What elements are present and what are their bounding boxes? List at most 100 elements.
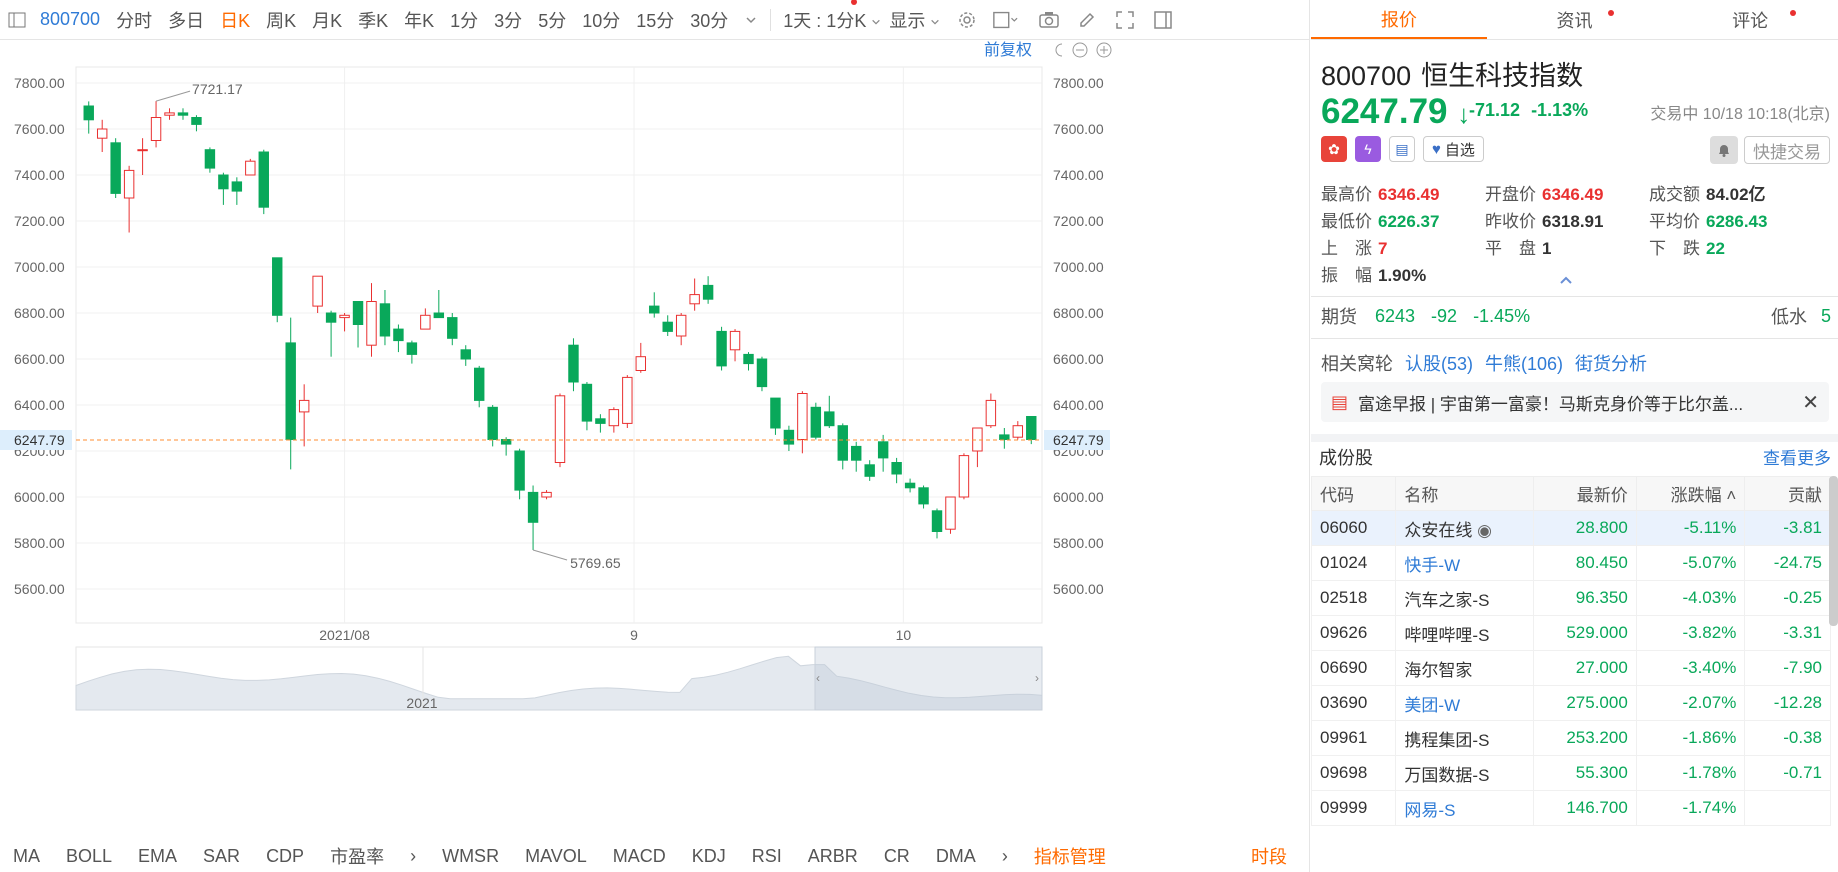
- indicator-12[interactable]: CR: [871, 846, 923, 867]
- close-icon[interactable]: ✕: [1802, 390, 1819, 415]
- candle-body[interactable]: [272, 257, 283, 316]
- candle-body[interactable]: [231, 181, 243, 192]
- tab-period[interactable]: 10分: [574, 7, 628, 33]
- tab-period[interactable]: 15分: [628, 7, 682, 33]
- candle-body[interactable]: [473, 367, 485, 401]
- column-header[interactable]: 名称: [1395, 476, 1534, 511]
- tab-period[interactable]: 1分: [442, 7, 486, 33]
- candle-body[interactable]: [581, 383, 593, 422]
- news-text[interactable]: 富途早报 | 宇宙第一富豪！马斯克身价等于比尔盖...: [1358, 390, 1743, 415]
- table-row[interactable]: 09698 万国数据-S 55.300 -1.78% -0.71: [1310, 755, 1831, 791]
- color-square-icon[interactable]: [992, 7, 1018, 33]
- quick-trade-button[interactable]: 快捷交易: [1744, 136, 1830, 164]
- news-banner[interactable]: ▤ 富途早报 | 宇宙第一富豪！马斯克身价等于比尔盖... ✕: [1321, 382, 1829, 422]
- scrollbar[interactable]: [1829, 476, 1838, 626]
- candle-body[interactable]: [96, 128, 108, 139]
- candle-body[interactable]: [339, 314, 350, 319]
- candle-body[interactable]: [958, 455, 970, 498]
- candle-body[interactable]: [918, 487, 929, 505]
- table-row[interactable]: 06060 众安在线 ◉ 28.800 -5.11% -3.81: [1310, 510, 1831, 546]
- lightning-icon[interactable]: ϟ: [1355, 136, 1381, 162]
- candle-body[interactable]: [689, 294, 700, 305]
- candle-body[interactable]: [245, 160, 256, 176]
- candle-body[interactable]: [837, 425, 848, 461]
- candle-body[interactable]: [972, 427, 983, 452]
- warrant-link[interactable]: 认股(53): [1405, 350, 1473, 376]
- indicator-11[interactable]: ARBR: [795, 846, 871, 867]
- column-header[interactable]: 涨跌幅 ˄: [1635, 476, 1746, 511]
- tab-period[interactable]: 分时: [108, 7, 160, 33]
- candle-body[interactable]: [568, 344, 579, 383]
- table-row[interactable]: 06690 海尔智家 27.000 -3.40% -7.90: [1310, 650, 1831, 686]
- settings-icon[interactable]: [954, 7, 980, 33]
- tab-period[interactable]: 季K: [350, 7, 396, 33]
- table-row[interactable]: 09999 网易-S 146.700 -1.74%: [1310, 790, 1831, 826]
- candle-body[interactable]: [999, 434, 1010, 440]
- candle-body[interactable]: [904, 482, 916, 489]
- chevron-right-icon[interactable]: ›: [989, 846, 1021, 867]
- candle-body[interactable]: [110, 142, 121, 194]
- candle-body[interactable]: [662, 321, 673, 332]
- candle-body[interactable]: [622, 376, 633, 424]
- indicator-13[interactable]: DMA: [923, 846, 989, 867]
- candle-body[interactable]: [756, 358, 768, 388]
- candle-body[interactable]: [1026, 416, 1037, 440]
- candle-body[interactable]: [797, 393, 808, 440]
- candle-body[interactable]: [218, 174, 229, 190]
- tab-period[interactable]: 年K: [396, 7, 442, 33]
- candle-body[interactable]: [595, 418, 606, 424]
- fullscreen-icon[interactable]: [1112, 7, 1138, 33]
- column-header[interactable]: 代码: [1310, 476, 1397, 511]
- candle-body[interactable]: [635, 356, 647, 372]
- warrant-link[interactable]: 街货分析: [1575, 350, 1647, 376]
- candle-body[interactable]: [541, 491, 552, 498]
- tab-1[interactable]: 资讯: [1487, 0, 1663, 39]
- tab-period[interactable]: 日K: [212, 7, 258, 33]
- candle-body[interactable]: [366, 301, 377, 346]
- candle-body[interactable]: [649, 305, 660, 314]
- table-row[interactable]: 01024 快手-W 80.450 -5.07% -24.75: [1310, 545, 1831, 581]
- candle-body[interactable]: [729, 330, 741, 351]
- chevron-down-icon[interactable]: [738, 7, 764, 33]
- candle-body[interactable]: [447, 317, 458, 339]
- table-row[interactable]: 09626 哔哩哔哩-S 529.000 -3.82% -3.31: [1310, 615, 1831, 651]
- column-header[interactable]: 最新价: [1532, 476, 1637, 511]
- candle-body[interactable]: [554, 395, 566, 463]
- candle-body[interactable]: [783, 429, 795, 445]
- table-row[interactable]: 03690 美团-W 275.000 -2.07% -12.28: [1310, 685, 1831, 721]
- candle-body[interactable]: [150, 117, 162, 141]
- candle-body[interactable]: [204, 149, 216, 169]
- candle-body[interactable]: [352, 301, 364, 325]
- tab-period[interactable]: 多日: [160, 7, 212, 33]
- tab-2[interactable]: 评论: [1662, 0, 1838, 39]
- candle-body[interactable]: [824, 411, 835, 427]
- candle-body[interactable]: [379, 303, 391, 337]
- panel-toggle-icon[interactable]: [1150, 7, 1176, 33]
- time-period-link[interactable]: 时段: [1238, 843, 1300, 869]
- tab-0[interactable]: 报价: [1311, 0, 1487, 39]
- candle-body[interactable]: [191, 117, 202, 125]
- candle-body[interactable]: [891, 462, 902, 475]
- candle-body[interactable]: [298, 399, 310, 413]
- candle-body[interactable]: [393, 328, 404, 342]
- collapse-chevron-icon[interactable]: [1559, 272, 1573, 288]
- note-icon[interactable]: ▤: [1389, 136, 1415, 162]
- indicator-3[interactable]: SAR: [190, 846, 253, 867]
- candle-body[interactable]: [83, 105, 94, 121]
- candle-body[interactable]: [527, 491, 539, 523]
- candle-body[interactable]: [877, 441, 889, 459]
- candle-body[interactable]: [258, 151, 269, 208]
- candle-body[interactable]: [312, 275, 323, 307]
- add-watchlist-button[interactable]: ♥ 自选: [1423, 136, 1484, 162]
- candle-body[interactable]: [716, 330, 727, 367]
- candle-body[interactable]: [945, 496, 956, 530]
- candle-body[interactable]: [164, 112, 175, 116]
- chevron-right-icon[interactable]: ›: [397, 846, 429, 867]
- interval-select[interactable]: 1天 : 1分K: [775, 0, 889, 33]
- indicator-0[interactable]: MA: [0, 846, 53, 867]
- navigator-window[interactable]: [814, 646, 1043, 711]
- tab-period[interactable]: 周K: [258, 7, 304, 33]
- candle-body[interactable]: [864, 464, 875, 477]
- indicator-6[interactable]: WMSR: [429, 846, 512, 867]
- indicator-manage-link[interactable]: 指标管理: [1021, 843, 1119, 869]
